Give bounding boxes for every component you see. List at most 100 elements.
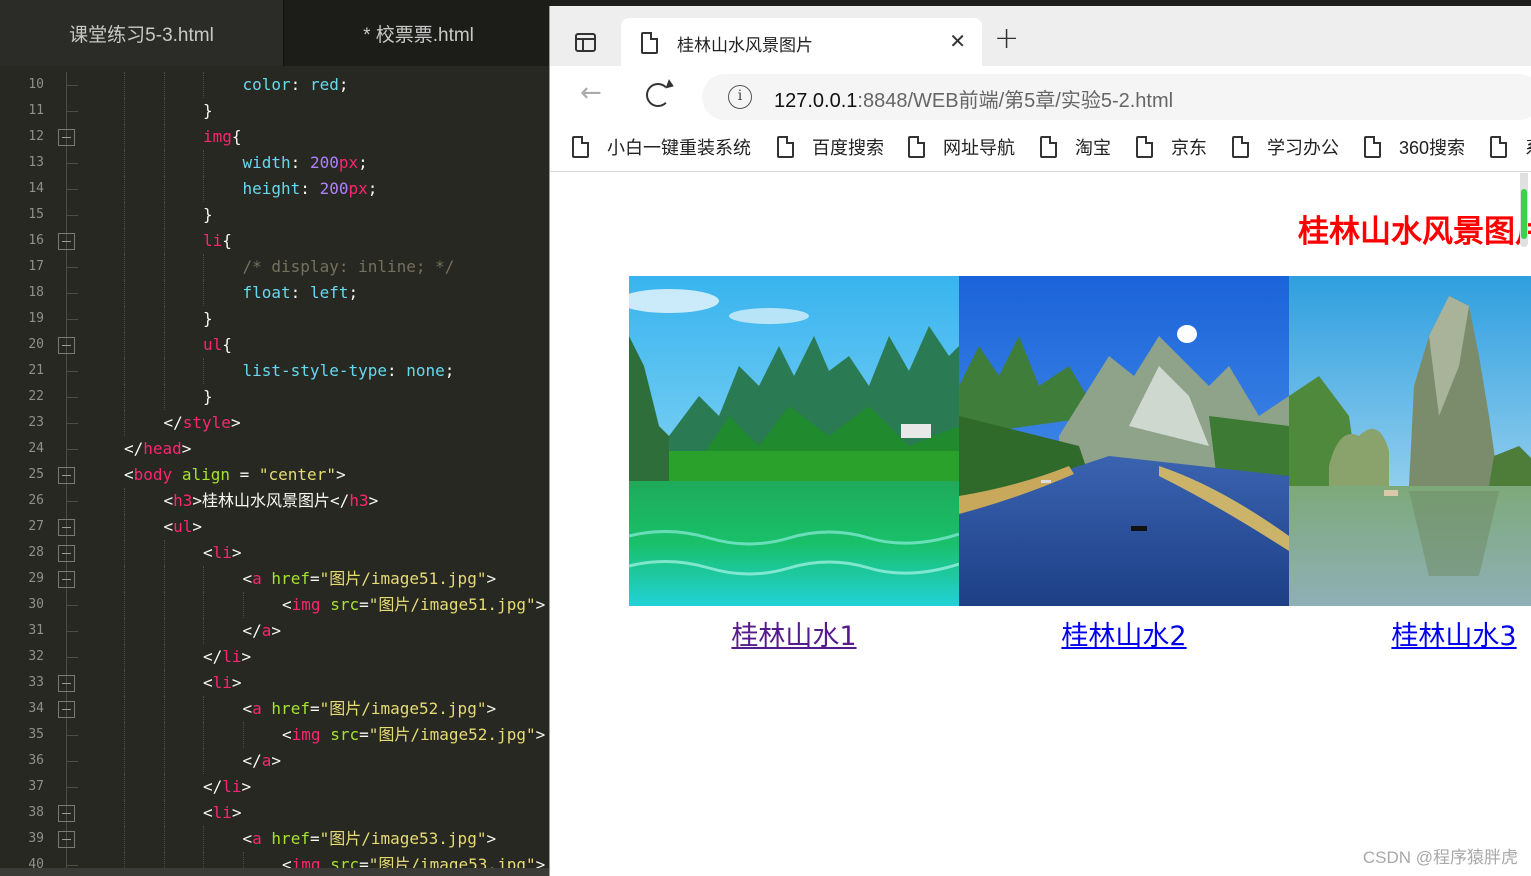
bookmark-item[interactable]: 京东 bbox=[1136, 134, 1207, 160]
code-token: img bbox=[203, 127, 232, 146]
gallery-link-2[interactable]: 桂林山水2 bbox=[959, 614, 1289, 653]
line-number: 22 bbox=[28, 389, 44, 404]
code-text: <li> bbox=[203, 670, 242, 696]
code-token: style bbox=[182, 413, 231, 432]
fold-collapse-icon[interactable] bbox=[58, 701, 75, 718]
bookmark-item[interactable]: 网址导航 bbox=[908, 134, 1015, 160]
fold-collapse-icon[interactable] bbox=[58, 129, 75, 146]
url-text[interactable]: 127.0.0.1:8848/WEB前端/第5章/实验5-2.html bbox=[774, 84, 1173, 113]
code-token: li bbox=[212, 673, 232, 692]
code-token: src bbox=[330, 725, 360, 744]
fold-tick bbox=[66, 423, 78, 424]
code-token: > bbox=[230, 413, 241, 432]
sidebar-toggle-icon[interactable] bbox=[575, 33, 596, 52]
bookmark-item[interactable]: 系 bbox=[1490, 134, 1531, 160]
code-token: > bbox=[486, 569, 497, 588]
line-number: 12 bbox=[28, 129, 44, 144]
code-token: </ bbox=[163, 413, 183, 432]
indent-guide bbox=[124, 618, 125, 644]
code-text: <img src="图片/image51.jpg"> bbox=[282, 592, 545, 618]
fold-tick bbox=[66, 163, 78, 164]
code-token: align bbox=[181, 465, 230, 484]
code-line: 30 <img src="图片/image51.jpg"> bbox=[0, 592, 552, 618]
bookmark-item[interactable]: 学习办公 bbox=[1232, 134, 1339, 160]
indent-guide bbox=[124, 176, 125, 202]
code-line: 28 <li> bbox=[0, 540, 552, 566]
fold-tick bbox=[66, 319, 78, 320]
browser-tab[interactable]: 桂林山水风景图片 ✕ bbox=[621, 18, 982, 68]
code-area[interactable]: 10 color: red; 11} 12 img{13 width: 200px; 14 h… bbox=[0, 72, 552, 876]
editor-tab-unsaved[interactable]: * 校票票.html bbox=[285, 0, 552, 66]
page-icon bbox=[908, 136, 925, 158]
bookmark-item[interactable]: 淘宝 bbox=[1040, 134, 1111, 160]
landscape-image-3[interactable] bbox=[1289, 276, 1531, 606]
address-bar[interactable]: i 127.0.0.1:8848/WEB前端/第5章/实验5-2.html bbox=[702, 74, 1531, 120]
new-tab-icon[interactable]: + bbox=[994, 24, 1019, 54]
code-token: > bbox=[486, 829, 497, 848]
close-tab-icon[interactable]: ✕ bbox=[949, 31, 966, 51]
fold-collapse-icon[interactable] bbox=[58, 519, 75, 536]
landscape-image-2[interactable] bbox=[959, 276, 1289, 606]
indent-guide bbox=[203, 696, 204, 722]
fold-collapse-icon[interactable] bbox=[58, 233, 75, 250]
code-line: 10 color: red; bbox=[0, 72, 552, 98]
editor-horizontal-scrollbar[interactable] bbox=[0, 868, 552, 876]
indent-guide bbox=[124, 644, 125, 670]
fold-collapse-icon[interactable] bbox=[58, 675, 75, 692]
bookmark-item[interactable]: 百度搜索 bbox=[777, 134, 884, 160]
fold-collapse-icon[interactable] bbox=[58, 467, 75, 484]
code-token: : bbox=[387, 361, 407, 380]
indent-guide bbox=[203, 826, 204, 852]
bookmarks-bar: 小白一键重装系统 百度搜索 网址导航 淘宝 京东 学习办公 360搜索 系 bbox=[550, 124, 1531, 172]
indent-guide bbox=[203, 150, 204, 176]
site-info-icon[interactable]: i bbox=[728, 85, 752, 109]
page-icon bbox=[1364, 136, 1381, 158]
vertical-scrollbar[interactable] bbox=[1520, 173, 1528, 247]
code-token: } bbox=[203, 205, 213, 224]
gallery-link-3[interactable]: 桂林山水3 bbox=[1289, 614, 1531, 653]
back-arrow-icon[interactable]: ← bbox=[580, 80, 602, 106]
editor-tab-active[interactable]: 课堂练习5-3.html bbox=[0, 0, 284, 66]
watermark: CSDN @程序猿胖虎 bbox=[1362, 848, 1518, 867]
bookmark-item[interactable]: 360搜索 bbox=[1364, 134, 1465, 160]
code-token: img bbox=[291, 725, 321, 744]
bookmark-item[interactable]: 小白一键重装系统 bbox=[572, 134, 751, 160]
code-token: = bbox=[309, 569, 320, 588]
line-number: 27 bbox=[28, 519, 44, 534]
bookmark-label: 网址导航 bbox=[943, 138, 1015, 158]
code-line: 16 li{ bbox=[0, 228, 552, 254]
code-text: </li> bbox=[203, 644, 251, 670]
code-token: list-style-type bbox=[242, 361, 388, 380]
code-token: height bbox=[242, 179, 301, 198]
code-line: 31 </a> bbox=[0, 618, 552, 644]
fold-collapse-icon[interactable] bbox=[58, 805, 75, 822]
line-number: 16 bbox=[28, 233, 44, 248]
fold-collapse-icon[interactable] bbox=[58, 831, 75, 848]
indent-guide bbox=[124, 800, 125, 826]
landscape-image-1[interactable] bbox=[629, 276, 959, 606]
gallery-link-1[interactable]: 桂林山水1 bbox=[629, 614, 959, 653]
code-text: <a href="图片/image53.jpg"> bbox=[243, 826, 497, 852]
line-number: 11 bbox=[28, 103, 44, 118]
code-token: red bbox=[309, 75, 339, 94]
fold-collapse-icon[interactable] bbox=[58, 337, 75, 354]
code-line: 23 </style> bbox=[0, 410, 552, 436]
page-viewport: 桂林山水风景图片 桂林山水1 桂林山水2 桂林山水3 CSDN @程序猿胖虎 bbox=[550, 173, 1531, 876]
code-token: color bbox=[242, 75, 291, 94]
reload-icon[interactable] bbox=[646, 83, 670, 107]
indent-guide bbox=[203, 592, 204, 618]
bookmark-label: 小白一键重装系统 bbox=[607, 138, 751, 158]
fold-tick bbox=[66, 657, 78, 658]
fold-tick bbox=[66, 85, 78, 86]
code-line: 21 list-style-type: none; bbox=[0, 358, 552, 384]
code-line: 24 </head> bbox=[0, 436, 552, 462]
code-token: < bbox=[242, 699, 253, 718]
indent-guide bbox=[124, 488, 125, 514]
code-token: href bbox=[271, 699, 310, 718]
code-editor: 课堂练习5-3.html * 校票票.html 10 color: red; 11}… bbox=[0, 0, 552, 876]
code-token: a bbox=[252, 569, 262, 588]
page-icon bbox=[777, 136, 794, 158]
fold-collapse-icon[interactable] bbox=[58, 571, 75, 588]
fold-collapse-icon[interactable] bbox=[58, 545, 75, 562]
